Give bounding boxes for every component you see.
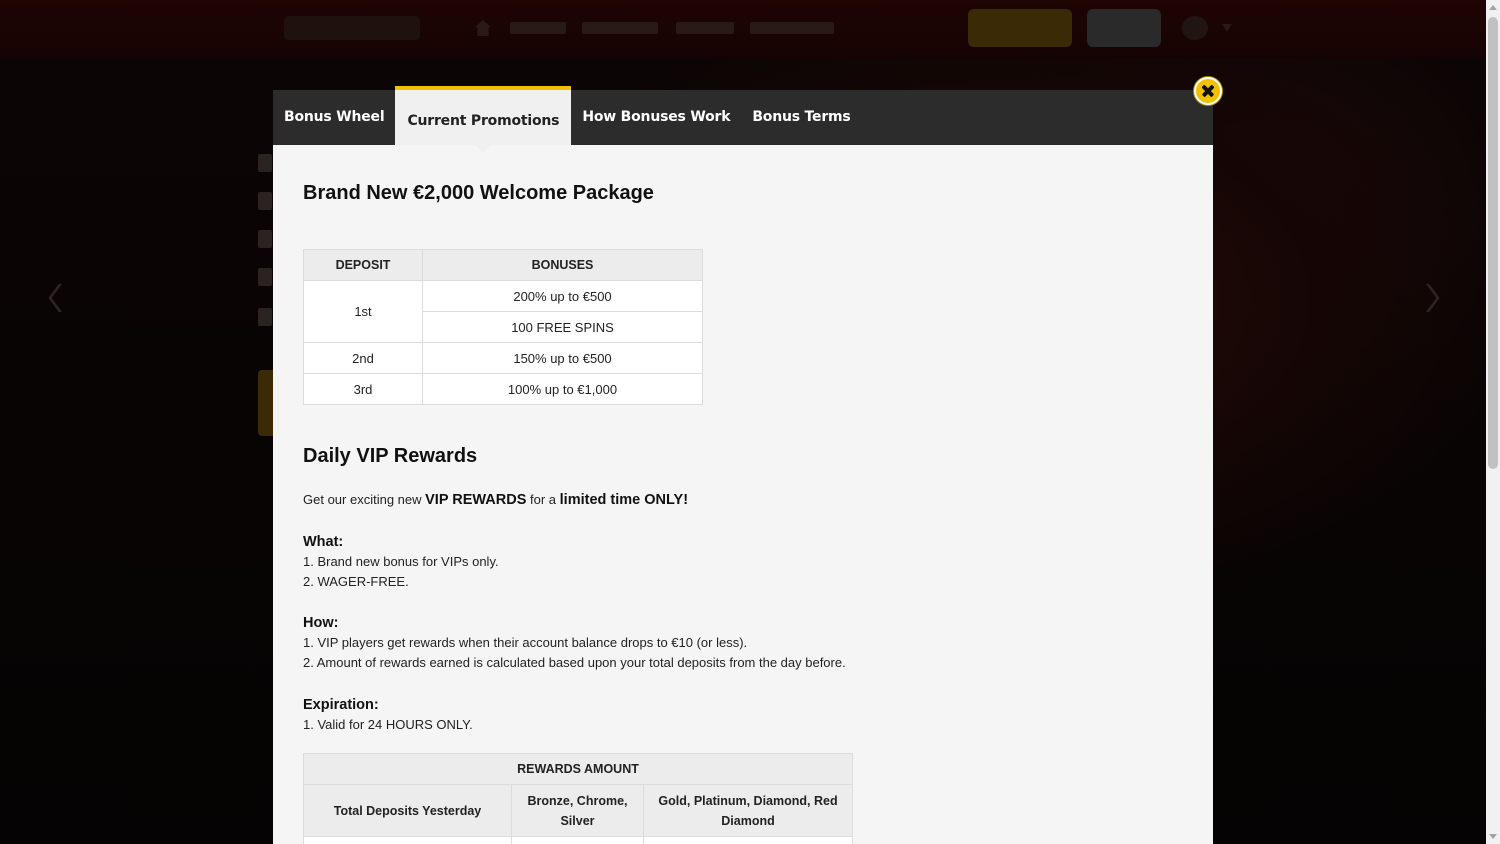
deposit-cell: 1st xyxy=(303,280,423,343)
table-cell xyxy=(643,836,853,844)
nav-item xyxy=(676,22,734,34)
table-row: 1st 200% up to €500 xyxy=(303,280,703,343)
list-item: 2. WAGER-FREE. xyxy=(303,574,409,589)
signup-button xyxy=(968,9,1072,47)
how-section: How: 1. VIP players get rewards when the… xyxy=(303,613,846,673)
what-section: What: 1. Brand new bonus for VIPs only. … xyxy=(303,532,499,592)
tab-how-bonuses-work[interactable]: How Bonuses Work xyxy=(571,90,741,145)
list-item: 2. Amount of rewards earned is calculate… xyxy=(303,655,846,670)
table-row: 3rd 100% up to €1,000 xyxy=(303,373,703,405)
what-label: What: xyxy=(303,534,344,550)
table-header-row: Total Deposits Yesterday Bronze, Chrome,… xyxy=(303,784,853,837)
table-cell xyxy=(303,836,512,844)
promotions-modal: Bonus Wheel Current Promotions How Bonus… xyxy=(273,86,1213,844)
bonuses-header: BONUSES xyxy=(422,249,703,281)
hero-text xyxy=(258,230,272,248)
page-scrollbar[interactable] xyxy=(1486,0,1500,844)
deposit-header: DEPOSIT xyxy=(303,249,423,281)
site-header xyxy=(0,0,1486,58)
vip-rewards-title: Daily VIP Rewards xyxy=(303,445,478,467)
tier-group-2-header: Gold, Platinum, Diamond, Red Diamond xyxy=(643,784,853,837)
chevron-down-icon xyxy=(1222,24,1232,32)
tab-current-promotions[interactable]: Current Promotions xyxy=(395,86,572,153)
nav-item xyxy=(750,22,834,34)
bonus-cell: 150% up to €500 xyxy=(422,342,703,374)
table-header-row: REWARDS AMOUNT xyxy=(303,753,853,785)
deposit-cell: 3rd xyxy=(303,373,423,405)
tab-bonus-wheel[interactable]: Bonus Wheel xyxy=(273,90,395,145)
hero-text xyxy=(258,154,272,172)
hero-text xyxy=(258,268,272,286)
tab-bonus-terms[interactable]: Bonus Terms xyxy=(741,90,861,145)
welcome-package-title: Brand New €2,000 Welcome Package xyxy=(303,182,654,204)
intro-bold: limited time ONLY! xyxy=(559,492,689,508)
tier-group-1-header: Bronze, Chrome, Silver xyxy=(511,784,644,837)
deposit-cell: 2nd xyxy=(303,342,423,374)
login-button xyxy=(1087,9,1161,47)
scrollbar-thumb[interactable] xyxy=(1488,17,1498,469)
table-cell xyxy=(511,836,644,844)
nav-item xyxy=(582,22,658,34)
intro-text: for a xyxy=(526,492,560,507)
rewards-table: REWARDS AMOUNT Total Deposits Yesterday … xyxy=(303,753,853,844)
how-label: How: xyxy=(303,615,339,631)
list-item: 1. Brand new bonus for VIPs only. xyxy=(303,554,499,569)
scroll-down-icon[interactable] xyxy=(1489,834,1497,839)
intro-bold: VIP REWARDS xyxy=(425,492,527,508)
table-header-row: DEPOSIT BONUSES xyxy=(303,249,703,281)
scroll-up-icon[interactable] xyxy=(1489,5,1497,10)
close-icon[interactable] xyxy=(1194,77,1222,105)
tab-label: Current Promotions xyxy=(407,113,560,129)
hero-text xyxy=(258,308,272,326)
site-logo xyxy=(284,16,420,40)
home-icon xyxy=(475,20,491,36)
nav-item xyxy=(510,22,566,34)
rewards-amount-header: REWARDS AMOUNT xyxy=(303,753,853,785)
total-deposits-header: Total Deposits Yesterday xyxy=(303,784,512,837)
tab-pointer xyxy=(475,145,492,153)
modal-tabbar: Bonus Wheel Current Promotions How Bonus… xyxy=(273,86,1213,153)
expiration-section: Expiration: 1. Valid for 24 HOURS ONLY. xyxy=(303,695,473,735)
expiration-label: Expiration: xyxy=(303,697,379,713)
bonus-cell: 100% up to €1,000 xyxy=(422,373,703,405)
table-row: 2nd 150% up to €500 xyxy=(303,342,703,374)
list-item: 1. VIP players get rewards when their ac… xyxy=(303,635,748,650)
intro-text: Get our exciting new xyxy=(303,492,426,507)
welcome-package-table: DEPOSIT BONUSES 1st 200% up to €500 100 … xyxy=(303,249,703,405)
list-item: 1. Valid for 24 HOURS ONLY. xyxy=(303,717,473,732)
hero-text xyxy=(258,192,272,210)
language-flag-icon xyxy=(1182,16,1208,40)
table-row xyxy=(303,836,853,844)
bonus-cell: 200% up to €500 xyxy=(422,280,703,312)
vip-intro: Get our exciting new VIP REWARDS for a l… xyxy=(303,490,688,510)
bonus-cell: 100 FREE SPINS xyxy=(422,311,703,343)
